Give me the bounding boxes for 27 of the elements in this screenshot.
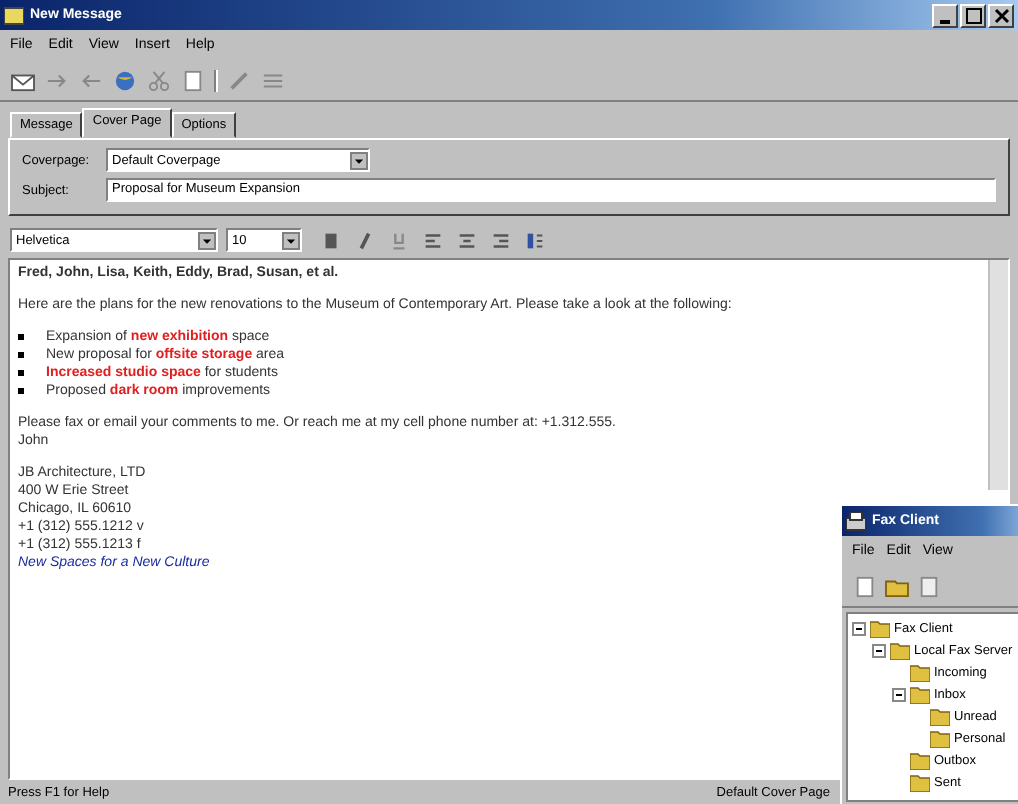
align-center-icon[interactable] [454, 229, 480, 251]
globe-icon[interactable] [112, 69, 138, 91]
collapse-icon[interactable] [852, 622, 866, 636]
scrollbar[interactable] [988, 260, 1008, 490]
close-icon [993, 7, 1009, 23]
fax-machine-icon [846, 511, 866, 531]
bullet-icon [18, 334, 24, 340]
collapse-icon[interactable] [872, 644, 886, 658]
align-left-icon[interactable] [420, 229, 446, 251]
window-icon [4, 5, 24, 25]
bullet-icon [18, 370, 24, 376]
document-icon[interactable] [916, 575, 942, 597]
message-body[interactable] [8, 258, 1010, 780]
envelope-icon[interactable] [10, 69, 36, 91]
bullet-icon [18, 388, 24, 394]
minimize-icon [940, 19, 950, 23]
bullets-icon[interactable] [522, 229, 548, 251]
folder-icon[interactable] [884, 575, 910, 597]
close-button[interactable] [988, 3, 1014, 27]
bullet-icon [18, 352, 24, 358]
minimize-button[interactable] [932, 3, 958, 27]
document-icon[interactable] [852, 575, 878, 597]
collapse-icon[interactable] [892, 688, 906, 702]
document-icon[interactable] [180, 69, 206, 91]
align-right-icon[interactable] [488, 229, 514, 251]
maximize-button[interactable] [960, 3, 986, 27]
maximize-icon [965, 7, 981, 23]
